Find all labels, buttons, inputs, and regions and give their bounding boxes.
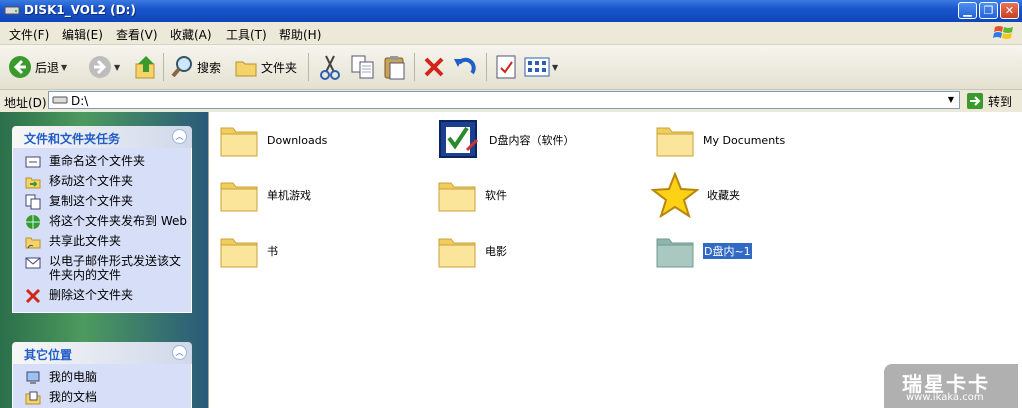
toolbar-separator — [486, 53, 487, 81]
task-rename[interactable]: 重命名这个文件夹 — [13, 154, 191, 168]
menu-view[interactable]: 查看(V) — [116, 26, 158, 43]
task-publish-web[interactable]: 将这个文件夹发布到 Web — [13, 214, 191, 229]
other-places-header[interactable]: 其它位置 ︿ — [12, 342, 192, 364]
search-button[interactable]: 搜索 — [170, 50, 221, 84]
folder-icon — [220, 182, 258, 212]
file-item[interactable]: 软件 — [437, 172, 647, 218]
forward-dropdown-icon[interactable]: ▼ — [114, 63, 120, 72]
star-icon — [651, 172, 699, 218]
toolbar-separator — [414, 53, 415, 81]
computer-icon — [26, 371, 40, 384]
back-dropdown-icon[interactable]: ▼ — [61, 63, 67, 72]
back-button[interactable]: 后退 ▼ — [8, 50, 67, 84]
folder-icon — [656, 127, 694, 157]
file-item[interactable]: 电影 — [437, 228, 647, 274]
move-icon — [25, 177, 41, 189]
address-dropdown-icon[interactable]: ▼ — [944, 93, 958, 107]
task-email[interactable]: 以电子邮件形式发送该文件夹内的文件 — [13, 254, 191, 282]
file-item[interactable]: My Documents — [655, 117, 865, 163]
task-delete[interactable]: 删除这个文件夹 — [13, 288, 191, 304]
file-item[interactable]: 收藏夹 — [651, 172, 861, 218]
collapse-icon[interactable]: ︿ — [172, 129, 187, 144]
folder-icon — [220, 238, 258, 268]
menu-tools[interactable]: 工具(T) — [226, 26, 267, 43]
address-bar: 地址(D) D:\ ▼ 转到 — [0, 90, 1022, 113]
go-button[interactable]: 转到 — [966, 92, 1012, 110]
menu-help[interactable]: 帮助(H) — [279, 26, 321, 43]
menu-favorites[interactable]: 收藏(A) — [170, 26, 212, 43]
address-input[interactable]: D:\ ▼ — [48, 91, 960, 109]
address-label: 地址(D) — [4, 96, 47, 110]
task-copy[interactable]: 复制这个文件夹 — [13, 194, 191, 210]
file-item[interactable]: 单机游戏 — [219, 172, 429, 218]
views-button[interactable]: ▼ — [524, 50, 558, 84]
file-item[interactable]: Downloads — [219, 117, 429, 163]
file-tasks-header[interactable]: 文件和文件夹任务 ︿ — [12, 126, 192, 148]
scissors-icon — [320, 55, 340, 80]
delete-button[interactable] — [422, 50, 446, 84]
folder-icon — [438, 238, 476, 268]
file-item-selected[interactable]: D盘内~1 — [655, 228, 865, 274]
copy-icon — [351, 55, 374, 79]
drive-icon — [52, 96, 68, 104]
task-share[interactable]: 共享此文件夹 — [13, 234, 191, 249]
properties-icon — [496, 55, 516, 79]
folders-icon — [235, 61, 257, 77]
folders-button[interactable]: 文件夹 — [234, 50, 297, 84]
file-tasks-panel: 文件和文件夹任务 ︿ 重命名这个文件夹 移动这个文件夹 复制这个文件夹 将这个文… — [12, 126, 192, 313]
back-arrow-icon — [9, 56, 31, 78]
close-button[interactable]: ✕ — [1000, 2, 1019, 19]
menu-bar: 文件(F) 编辑(E) 查看(V) 收藏(A) 工具(T) 帮助(H) — [0, 22, 1022, 45]
collapse-icon[interactable]: ︿ — [172, 345, 187, 360]
task-move[interactable]: 移动这个文件夹 — [13, 174, 191, 189]
forward-arrow-icon — [89, 56, 111, 78]
paste-icon — [384, 56, 405, 80]
file-item[interactable]: D盘内容（软件） — [437, 117, 647, 163]
notepad-check-icon — [439, 120, 479, 158]
views-grid-icon — [524, 57, 550, 77]
other-places-panel: 其它位置 ︿ 我的电脑 我的文档 — [12, 342, 192, 408]
properties-button[interactable] — [494, 50, 518, 84]
views-dropdown-icon[interactable]: ▼ — [552, 63, 558, 72]
menu-edit[interactable]: 编辑(E) — [62, 26, 103, 43]
menu-file[interactable]: 文件(F) — [9, 26, 49, 43]
copy-folder-icon — [25, 194, 41, 210]
toolbar: 后退 ▼ ▼ 搜索 文件夹 ▼ — [0, 45, 1022, 90]
window-title: DISK1_VOL2 (D:) — [24, 3, 136, 17]
search-icon — [171, 56, 192, 78]
paste-button[interactable] — [382, 50, 408, 84]
share-icon — [25, 237, 41, 249]
up-folder-button[interactable] — [134, 50, 158, 84]
delete-icon — [25, 288, 41, 304]
hidden-folder-icon — [656, 238, 694, 268]
cut-button[interactable] — [318, 50, 342, 84]
folder-icon — [220, 127, 258, 157]
toolbar-separator — [308, 53, 309, 81]
maximize-button[interactable]: ❐ — [979, 2, 998, 19]
minimize-button[interactable]: ▁ — [958, 2, 977, 19]
task-pane: 文件和文件夹任务 ︿ 重命名这个文件夹 移动这个文件夹 复制这个文件夹 将这个文… — [0, 112, 208, 408]
undo-icon — [454, 57, 476, 75]
delete-x-icon — [424, 57, 444, 77]
email-icon — [25, 257, 41, 269]
up-folder-icon — [135, 56, 155, 79]
copy-button[interactable] — [350, 50, 376, 84]
folder-icon — [438, 182, 476, 212]
windows-logo-icon — [993, 26, 1013, 39]
go-arrow-icon — [967, 93, 983, 109]
toolbar-separator — [163, 53, 164, 81]
rename-icon — [25, 156, 41, 168]
place-my-documents[interactable]: 我的文档 — [13, 390, 191, 405]
place-my-computer[interactable]: 我的电脑 — [13, 370, 191, 384]
file-item[interactable]: 书 — [219, 228, 429, 274]
forward-button[interactable]: ▼ — [88, 50, 120, 84]
watermark-logo: 瑞星卡卡 www.ikaka.com — [884, 364, 1018, 408]
undo-button[interactable] — [452, 50, 478, 84]
drive-icon — [4, 6, 20, 15]
documents-icon — [25, 391, 41, 405]
title-bar[interactable]: DISK1_VOL2 (D:) ▁ ❐ ✕ — [0, 0, 1022, 22]
globe-icon — [26, 215, 40, 229]
